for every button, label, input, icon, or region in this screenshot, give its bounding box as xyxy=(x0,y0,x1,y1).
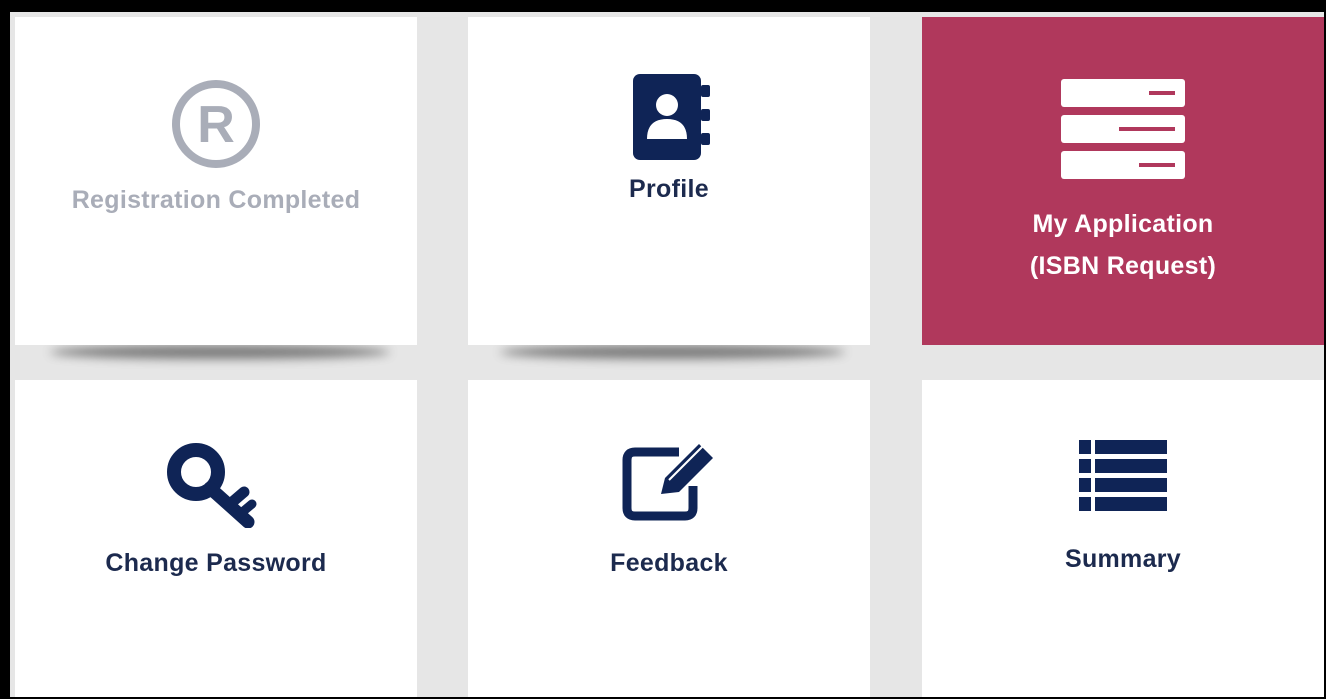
key-icon xyxy=(167,443,257,528)
registration-completed-label: Registration Completed xyxy=(71,186,361,214)
tile-shadow xyxy=(500,345,845,359)
profile-label: Profile xyxy=(629,175,709,203)
edit-icon xyxy=(622,444,713,521)
feedback-label: Feedback xyxy=(610,549,728,577)
feedback-tile[interactable]: Feedback xyxy=(468,380,870,697)
my-application-label-line1: My Application xyxy=(1032,210,1214,238)
change-password-tile[interactable]: Change Password xyxy=(15,380,417,697)
my-application-label: My Application (ISBN Request) xyxy=(1030,203,1216,287)
list-icon xyxy=(1079,440,1167,511)
registration-completed-tile[interactable]: R Registration Completed xyxy=(15,17,417,345)
dashboard-grid: R Registration Completed Profile My Appl… xyxy=(10,12,1324,697)
server-stack-icon xyxy=(1061,79,1185,179)
registered-icon: R xyxy=(172,80,260,168)
my-application-tile[interactable]: My Application (ISBN Request) xyxy=(922,17,1324,345)
my-application-label-line2: (ISBN Request) xyxy=(1029,252,1217,280)
address-book-icon xyxy=(633,74,710,160)
change-password-label: Change Password xyxy=(105,549,327,577)
summary-label: Summary xyxy=(1064,545,1182,573)
svg-text:R: R xyxy=(197,96,235,154)
tile-shadow xyxy=(50,345,390,359)
profile-tile[interactable]: Profile xyxy=(468,17,870,345)
summary-tile[interactable]: Summary xyxy=(922,380,1324,697)
